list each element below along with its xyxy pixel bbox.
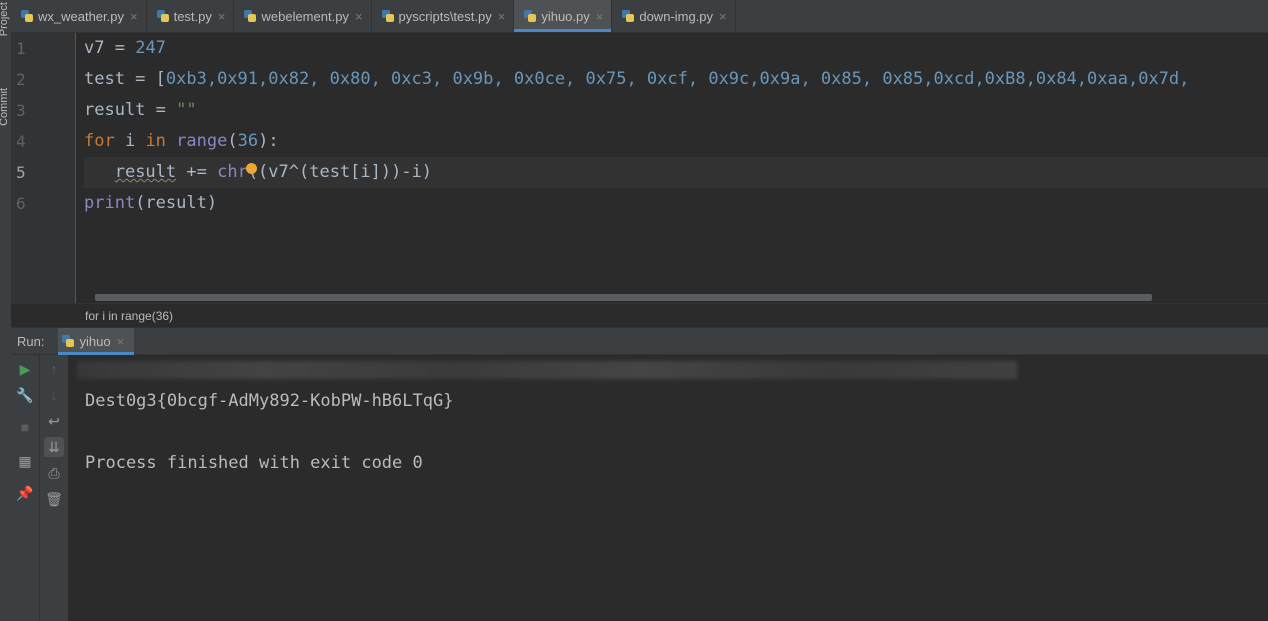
tab-label: test.py <box>173 8 212 24</box>
pin-icon[interactable]: 📌 <box>15 483 35 503</box>
scroll-to-end-icon[interactable]: ⇊ <box>44 437 64 457</box>
code-token: range <box>176 131 228 151</box>
close-icon[interactable]: × <box>596 9 604 24</box>
breadcrumb-item[interactable]: for i in range(36) <box>85 309 173 323</box>
tab-label: yihuo.py <box>541 8 590 24</box>
python-file-icon <box>622 10 635 22</box>
tab-label: wx_weather.py <box>38 8 124 24</box>
code-token: chr <box>217 162 248 182</box>
python-file-icon <box>21 10 33 22</box>
arrow-up-icon[interactable]: ↑ <box>44 359 64 379</box>
close-icon[interactable]: × <box>218 9 226 24</box>
code-token: "" <box>176 100 197 120</box>
python-file-icon <box>381 10 394 22</box>
intention-bulb-icon[interactable] <box>246 163 257 174</box>
commit-tool-window-label[interactable]: Commit <box>0 88 10 126</box>
python-file-icon <box>524 10 537 22</box>
code-line-4[interactable]: for i in range(36): <box>84 126 1268 157</box>
close-icon[interactable]: × <box>355 9 363 24</box>
console-output-line: Dest0g3{0bcgf-AdMy892-KobPW-hB6LTqG} <box>85 391 454 411</box>
tab-label: down-img.py <box>639 8 714 24</box>
close-icon[interactable]: × <box>498 9 506 24</box>
code-token: 247 <box>135 38 166 58</box>
tab-webelement[interactable]: webelement.py × <box>234 0 372 32</box>
play-icon[interactable]: ▶ <box>15 359 35 379</box>
line-number-gutter[interactable]: 1 2 3 4 5 6 <box>11 33 76 303</box>
line-number: 6 <box>16 194 26 213</box>
code-token: 36 <box>237 131 259 151</box>
code-token: print <box>84 193 136 213</box>
code-line-2[interactable]: test = [0xb3,0x91,0x82, 0x80, 0xc3, 0x9b… <box>84 64 1268 95</box>
wrench-icon[interactable]: 🔧 <box>15 385 35 405</box>
code-token: result = <box>84 100 177 120</box>
code-token: 0xb3,0x91,0x82, 0x80, 0xc3, 0x9b, 0x0ce,… <box>165 69 1190 89</box>
code-line-5[interactable]: result += chr((v7^(test[i]))-i) <box>84 157 1268 188</box>
line-number: 2 <box>16 70 26 89</box>
arrow-down-icon[interactable]: ↓ <box>44 385 64 405</box>
run-panel-header: Run: yihuo × <box>11 327 1268 355</box>
line-number: 3 <box>16 101 26 120</box>
breadcrumb[interactable]: for i in range(36) <box>11 303 1268 327</box>
soft-wrap-icon[interactable]: ↩ <box>44 411 64 431</box>
code-token: ( <box>227 131 238 151</box>
close-icon[interactable]: × <box>130 9 138 24</box>
code-editor[interactable]: 1 2 3 4 5 6 v7 = 247 test = [0xb3,0x91,0… <box>11 33 1268 303</box>
line-number: 5 <box>16 163 26 182</box>
code-token: v7 <box>84 38 105 58</box>
code-token: ): <box>258 131 279 151</box>
run-toolbar-secondary: ↑ ↓ ↩ ⇊ ⎙ 🗑 <box>40 355 69 621</box>
code-line-3[interactable]: result = "" <box>84 95 1268 126</box>
redacted-command-line <box>77 361 1017 379</box>
tab-pyscripts-test[interactable]: pyscripts\test.py × <box>372 0 515 32</box>
tab-label: webelement.py <box>261 8 349 24</box>
python-file-icon <box>244 10 257 22</box>
run-panel-label: Run: <box>17 333 45 349</box>
code-token: result <box>114 162 177 182</box>
layout-icon[interactable]: ▦ <box>15 451 35 471</box>
code-token: = <box>104 38 136 58</box>
close-icon[interactable]: × <box>117 334 125 349</box>
close-icon[interactable]: × <box>719 9 727 24</box>
horizontal-scrollbar[interactable] <box>95 294 1152 301</box>
project-tool-window-label[interactable]: Project <box>0 2 10 36</box>
code-line-1[interactable]: v7 = 247 <box>84 33 1268 64</box>
run-toolbar-primary: ▶ 🔧 ■ ▦ 📌 <box>11 355 40 621</box>
tab-test[interactable]: test.py × <box>147 0 235 32</box>
python-file-icon <box>156 10 169 22</box>
line-number: 4 <box>16 132 26 151</box>
code-token: (result) <box>135 193 218 213</box>
run-console[interactable]: Dest0g3{0bcgf-AdMy892-KobPW-hB6LTqG} Pro… <box>69 355 1268 621</box>
run-tab-label: yihuo <box>79 333 111 349</box>
editor-tab-bar: wx_weather.py × test.py × webelement.py … <box>11 0 1268 33</box>
code-line-6[interactable]: print(result) <box>84 188 1268 219</box>
code-token: += <box>176 162 218 182</box>
code-token: test = [ <box>84 69 166 89</box>
print-icon[interactable]: ⎙ <box>44 463 64 483</box>
console-output-line: Process finished with exit code 0 <box>85 453 423 473</box>
python-file-icon <box>62 335 75 347</box>
code-token: i <box>114 131 146 151</box>
stop-icon[interactable]: ■ <box>15 417 35 437</box>
tab-wx-weather[interactable]: wx_weather.py × <box>11 0 147 32</box>
tab-down-img[interactable]: down-img.py × <box>612 0 736 32</box>
line-number: 1 <box>16 39 26 58</box>
tab-label: pyscripts\test.py <box>398 8 492 24</box>
code-token: in <box>145 131 166 151</box>
code-token: for <box>84 131 115 151</box>
trash-icon[interactable]: 🗑 <box>44 489 64 509</box>
code-token: ((v7^(test[i]))-i) <box>247 162 433 182</box>
run-tab-yihuo[interactable]: yihuo × <box>58 327 135 355</box>
tab-yihuo[interactable]: yihuo.py × <box>514 0 613 32</box>
